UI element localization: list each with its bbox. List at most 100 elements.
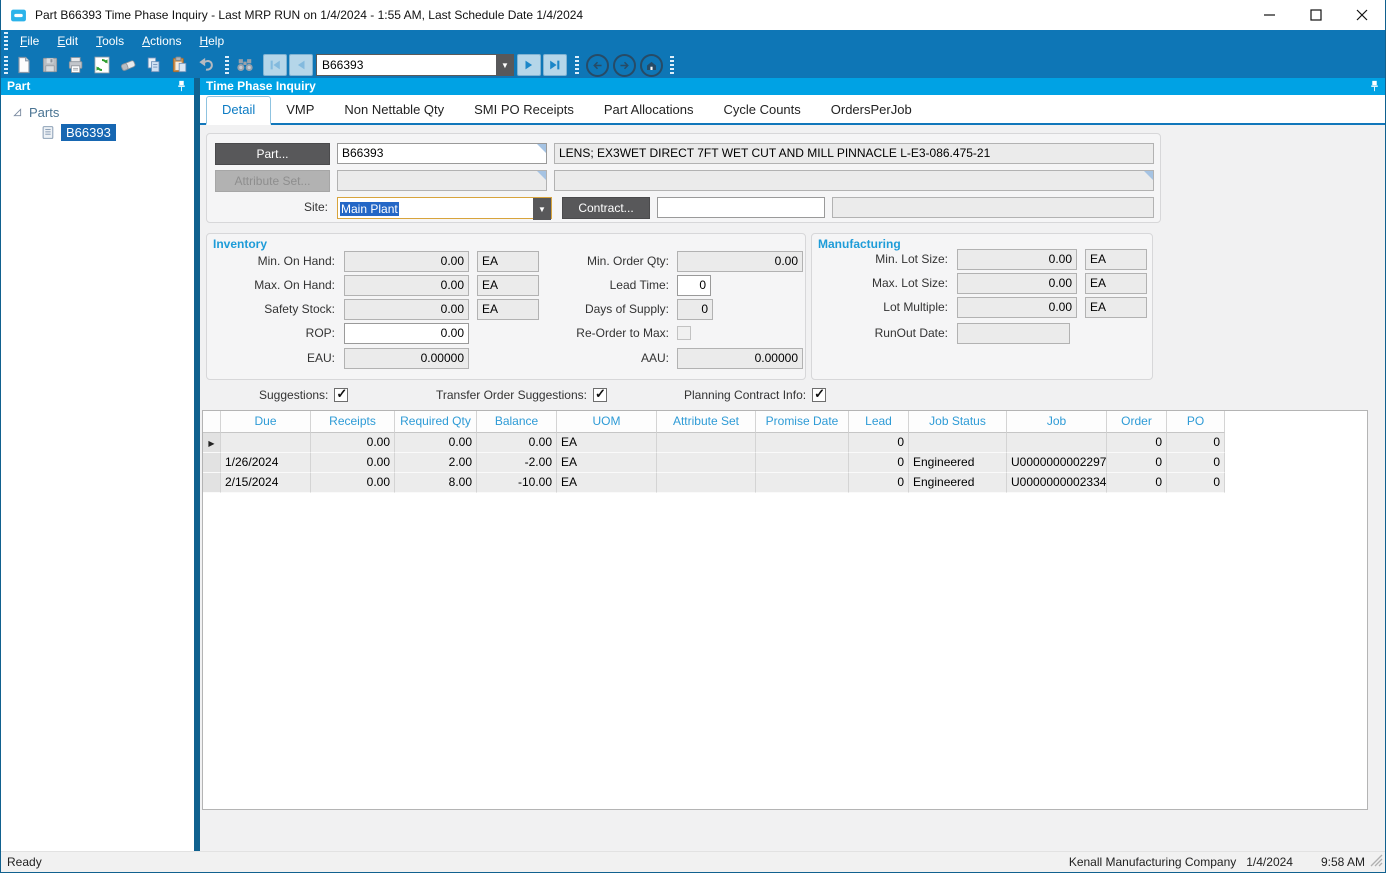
grid-cell[interactable]: 0.00 (311, 453, 395, 473)
grid-col-promise-date[interactable]: Promise Date (756, 411, 849, 433)
tab-detail[interactable]: Detail (206, 96, 271, 125)
grid-cell[interactable] (221, 433, 311, 453)
grid-cell[interactable]: EA (557, 453, 657, 473)
grid-col-due[interactable]: Due (221, 411, 311, 433)
pin-icon[interactable] (177, 80, 186, 97)
grid-cell[interactable]: 0 (1167, 453, 1225, 473)
part-button[interactable]: Part... (215, 143, 330, 165)
toolbar-grip-handle-2[interactable] (225, 56, 229, 74)
undo-icon[interactable] (193, 53, 219, 77)
new-icon[interactable] (11, 53, 37, 77)
row-selector[interactable] (203, 473, 221, 493)
grid-col-receipts[interactable]: Receipts (311, 411, 395, 433)
row-selector[interactable] (203, 453, 221, 473)
menu-help[interactable]: Help (190, 30, 233, 52)
grid-cell[interactable]: EA (557, 433, 657, 453)
grid-cell[interactable] (756, 473, 849, 493)
tab-cycle-counts[interactable]: Cycle Counts (708, 97, 815, 123)
grid-cell[interactable]: U0000000002297 (1007, 453, 1107, 473)
grid-row[interactable]: ▶0.000.000.00EA000 (203, 433, 1367, 453)
tree-node-part[interactable]: B66393 (1, 123, 194, 142)
grid-col-balance[interactable]: Balance (477, 411, 557, 433)
menu-grip-handle[interactable] (4, 32, 8, 50)
menu-tools[interactable]: Tools (87, 30, 133, 52)
refresh-icon[interactable] (89, 53, 115, 77)
grid-cell[interactable] (1007, 433, 1107, 453)
planning-checkbox[interactable] (812, 388, 826, 402)
tree-node-parts[interactable]: Parts (1, 103, 194, 121)
grid-cell[interactable] (756, 453, 849, 473)
grid-cell[interactable]: 8.00 (395, 473, 477, 493)
selected-part-label[interactable]: B66393 (61, 124, 116, 141)
toolbar-grip-handle-4[interactable] (670, 56, 674, 74)
grid-row[interactable]: 1/26/20240.002.00-2.00EA0EngineeredU0000… (203, 453, 1367, 473)
home-button[interactable] (640, 54, 663, 77)
grid-cell[interactable]: 0.00 (477, 433, 557, 453)
clear-icon[interactable] (115, 53, 141, 77)
tab-non-nettable-qty[interactable]: Non Nettable Qty (329, 97, 459, 123)
contract-button[interactable]: Contract... (562, 197, 650, 219)
contract-field[interactable] (657, 197, 825, 218)
grid-col-uom[interactable]: UOM (557, 411, 657, 433)
grid-cell[interactable]: 0 (1107, 473, 1167, 493)
grid-row[interactable]: 2/15/20240.008.00-10.00EA0EngineeredU000… (203, 473, 1367, 493)
part-number-field[interactable]: B66393 (337, 143, 547, 164)
active-row-marker[interactable]: ▶ (203, 433, 221, 453)
toolbar-grip-handle-3[interactable] (575, 56, 579, 74)
nav-previous-button[interactable] (289, 54, 313, 76)
grid-col-job-status[interactable]: Job Status (909, 411, 1007, 433)
grid-cell[interactable]: 2/15/2024 (221, 473, 311, 493)
grid-cell[interactable]: 0.00 (311, 473, 395, 493)
grid-cell[interactable]: 0 (849, 433, 909, 453)
transfer-checkbox[interactable] (593, 388, 607, 402)
grid-col-attribute-set[interactable]: Attribute Set (657, 411, 756, 433)
grid-cell[interactable]: 0 (849, 453, 909, 473)
copy-icon[interactable] (141, 53, 167, 77)
grid-cell[interactable]: Engineered (909, 473, 1007, 493)
record-dropdown-icon[interactable]: ▼ (496, 54, 514, 76)
grid-cell[interactable]: 0 (1107, 433, 1167, 453)
grid-cell[interactable] (657, 473, 756, 493)
grid-col-required-qty[interactable]: Required Qty (395, 411, 477, 433)
grid-col-job[interactable]: Job (1007, 411, 1107, 433)
grid-cell[interactable]: EA (557, 473, 657, 493)
save-icon[interactable] (37, 53, 63, 77)
nav-last-button[interactable] (543, 54, 567, 76)
grid-cell[interactable]: Engineered (909, 453, 1007, 473)
grid-cell[interactable] (756, 433, 849, 453)
grid-cell[interactable]: 0 (1167, 473, 1225, 493)
tree-expander-icon[interactable] (13, 108, 22, 117)
history-back-button[interactable] (586, 54, 609, 77)
paste-icon[interactable] (167, 53, 193, 77)
grid-cell[interactable]: 0.00 (311, 433, 395, 453)
suggestions-checkbox[interactable] (334, 388, 348, 402)
grid-cell[interactable]: 0 (849, 473, 909, 493)
grid-cell[interactable]: U0000000002334 (1007, 473, 1107, 493)
grid-cell[interactable]: 2.00 (395, 453, 477, 473)
grid-cell[interactable] (909, 433, 1007, 453)
print-icon[interactable] (63, 53, 89, 77)
resize-grip[interactable] (1370, 854, 1383, 870)
grid-cell[interactable]: -10.00 (477, 473, 557, 493)
maximize-button[interactable] (1293, 0, 1339, 30)
grid-cell[interactable]: 0.00 (395, 433, 477, 453)
menu-file[interactable]: File (11, 30, 48, 52)
record-input[interactable] (316, 54, 496, 76)
find-binoculars-icon[interactable] (232, 53, 258, 77)
nav-first-button[interactable] (263, 54, 287, 76)
tab-smi-po-receipts[interactable]: SMI PO Receipts (459, 97, 589, 123)
grid-cell[interactable] (657, 433, 756, 453)
menu-actions[interactable]: Actions (133, 30, 190, 52)
tab-ordersperjob[interactable]: OrdersPerJob (816, 97, 927, 123)
grid-cell[interactable]: 0 (1107, 453, 1167, 473)
site-dropdown-icon[interactable]: ▼ (533, 198, 551, 220)
grid-col-po[interactable]: PO (1167, 411, 1225, 433)
toolbar-grip-handle[interactable] (4, 56, 8, 74)
menu-edit[interactable]: Edit (48, 30, 87, 52)
nav-next-button[interactable] (517, 54, 541, 76)
rop-field[interactable]: 0.00 (344, 323, 469, 344)
grid-cell[interactable]: 0 (1167, 433, 1225, 453)
tab-part-allocations[interactable]: Part Allocations (589, 97, 709, 123)
lead-time-field[interactable]: 0 (677, 275, 711, 296)
tab-vmp[interactable]: VMP (271, 97, 329, 123)
